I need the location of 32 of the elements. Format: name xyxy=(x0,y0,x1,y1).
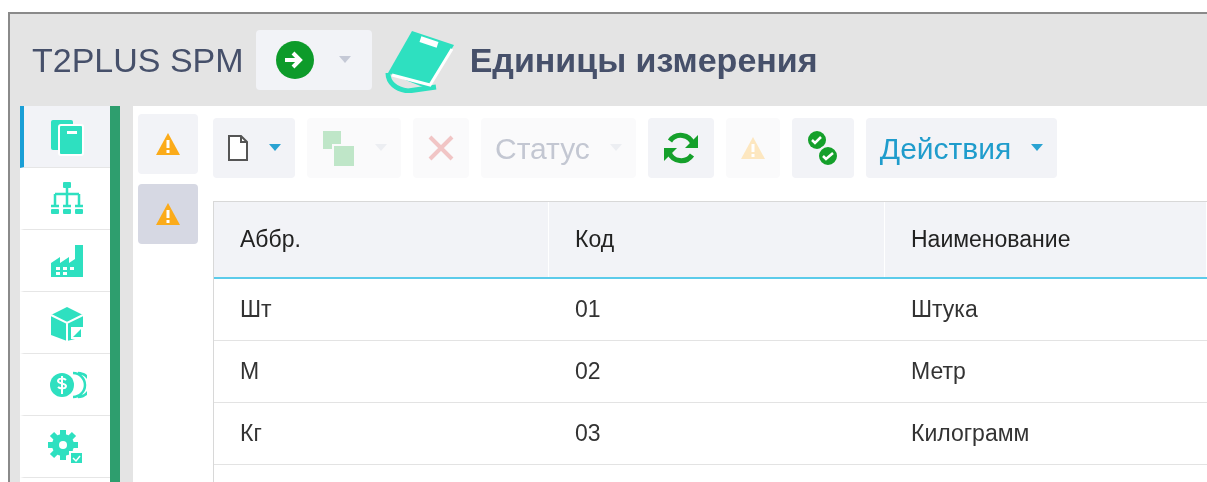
table-cell-text: 02 xyxy=(574,357,602,387)
warning-icon xyxy=(155,132,181,156)
app-name: T2PLUS SPM xyxy=(32,39,244,81)
close-icon xyxy=(427,134,455,162)
caret-icon xyxy=(1031,144,1044,152)
document-icon xyxy=(227,134,249,162)
arrow-right-icon xyxy=(276,41,315,79)
column-header[interactable]: Код xyxy=(549,202,885,277)
table-cell-text: 03 xyxy=(574,419,602,449)
caret-icon xyxy=(269,144,281,152)
refresh-button[interactable] xyxy=(647,118,714,178)
table-cell-text: Штука xyxy=(910,295,979,325)
caret-icon xyxy=(339,56,352,64)
table-cell-text: Шт xyxy=(239,295,273,325)
column-header[interactable]: Наименование xyxy=(885,202,1207,277)
warning-icon xyxy=(155,202,181,226)
table-cell-text: Метр xyxy=(910,357,967,387)
page-title: Единицы измерения xyxy=(469,39,818,81)
column-header[interactable]: Аббр. xyxy=(214,202,549,277)
table-cell-text: М xyxy=(239,357,261,387)
new-button[interactable] xyxy=(213,118,295,178)
copy-icon xyxy=(321,129,355,167)
double-check-icon xyxy=(805,129,840,167)
warnings-tab[interactable] xyxy=(138,184,198,244)
table-cell-text: Килограмм xyxy=(910,419,1031,449)
table-cell-text: 01 xyxy=(574,295,602,325)
table-cell-text: Кг xyxy=(239,419,263,449)
navigate-button[interactable] xyxy=(255,30,372,90)
sidebar-item[interactable] xyxy=(20,106,110,168)
approve-button[interactable] xyxy=(791,118,854,178)
warnings-tab[interactable] xyxy=(138,114,198,174)
warning-icon xyxy=(739,136,766,160)
